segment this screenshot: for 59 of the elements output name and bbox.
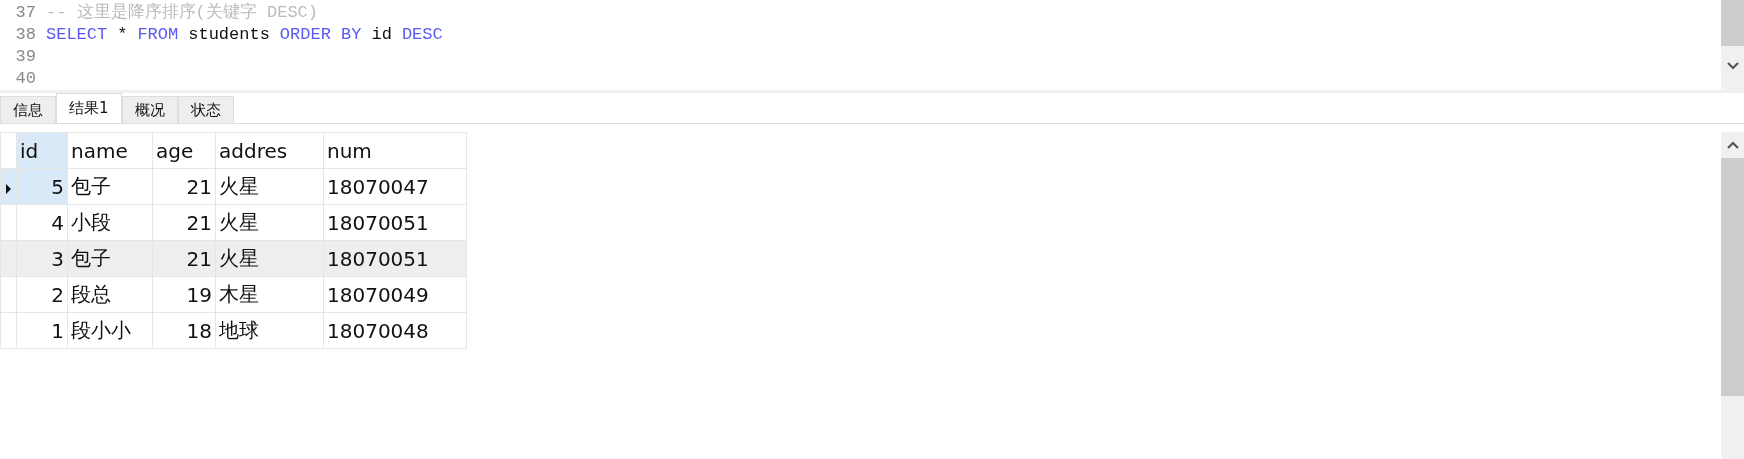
chevron-down-icon[interactable] — [1726, 62, 1739, 70]
table-cell: 21 — [152, 240, 216, 277]
table-cell: 包子 — [67, 168, 153, 205]
table-cell: 1 — [16, 312, 68, 349]
column-header[interactable]: id — [16, 132, 68, 169]
table-cell: 地球 — [215, 312, 324, 349]
chevron-up-icon[interactable] — [1726, 141, 1739, 149]
table-cell: 2 — [16, 276, 68, 313]
table-cell: 火星 — [215, 168, 324, 205]
tab[interactable]: 信息 — [0, 96, 56, 123]
table-cell: 18 — [152, 312, 216, 349]
code-token: SELECT — [46, 24, 108, 46]
table-cell: 19 — [152, 276, 216, 313]
table-row[interactable]: 4 小段 21 火星 18070051 — [0, 204, 467, 241]
table-cell: 小段 — [67, 204, 153, 241]
row-indicator[interactable] — [0, 168, 17, 205]
table-row[interactable]: 5 包子 21 火星 18070047 — [0, 168, 467, 205]
table-cell: 5 — [16, 168, 68, 205]
scrollbar-thumb[interactable] — [1721, 158, 1744, 396]
table-cell: 18070051 — [323, 240, 467, 277]
code-token: students — [188, 24, 270, 46]
table-cell: 21 — [152, 168, 216, 205]
tab[interactable]: 结果1 — [56, 93, 122, 123]
table-cell: 木星 — [215, 276, 324, 313]
table-row[interactable]: 2 段总 19 木星 18070049 — [0, 276, 467, 313]
column-header[interactable]: age — [152, 132, 216, 169]
column-header[interactable]: name — [67, 132, 153, 169]
tab[interactable]: 状态 — [177, 96, 234, 123]
table-cell: 3 — [16, 240, 68, 277]
table-row[interactable]: 3 包子 21 火星 18070051 — [0, 240, 467, 277]
table-cell: 18070047 — [323, 168, 467, 205]
table-cell: 段总 — [67, 276, 153, 313]
table-cell: 火星 — [215, 204, 324, 241]
line-number: 37 — [14, 2, 36, 24]
table-cell: 4 — [16, 204, 68, 241]
table-cell: 21 — [152, 204, 216, 241]
scrollbar[interactable] — [1721, 0, 1744, 90]
code-token: ORDER BY — [279, 24, 362, 46]
table-cell: 段小小 — [67, 312, 153, 349]
code-token: id — [371, 24, 392, 46]
table-row[interactable]: 1 段小小 18 地球 18070048 — [0, 312, 467, 349]
column-header[interactable]: addres — [215, 132, 324, 169]
code-token: FROM — [137, 24, 179, 46]
table-cell: 18070051 — [323, 204, 467, 241]
scrollbar-thumb[interactable] — [1721, 0, 1744, 46]
code-token: * — [117, 24, 128, 46]
column-header[interactable]: num — [323, 132, 467, 169]
triangle-right-icon — [6, 183, 11, 194]
line-number: 39 — [14, 46, 36, 68]
code-token: DESC — [401, 24, 443, 46]
code-token: -- 这里是降序排序(关键字 DESC) — [46, 2, 319, 24]
table-cell: 18070048 — [323, 312, 467, 349]
table-cell: 18070049 — [323, 276, 467, 313]
tab[interactable]: 概况 — [121, 96, 178, 123]
scrollbar[interactable] — [1721, 132, 1744, 459]
line-number: 38 — [14, 24, 36, 46]
table-cell: 包子 — [67, 240, 153, 277]
line-number: 40 — [14, 68, 36, 90]
table-cell: 火星 — [215, 240, 324, 277]
